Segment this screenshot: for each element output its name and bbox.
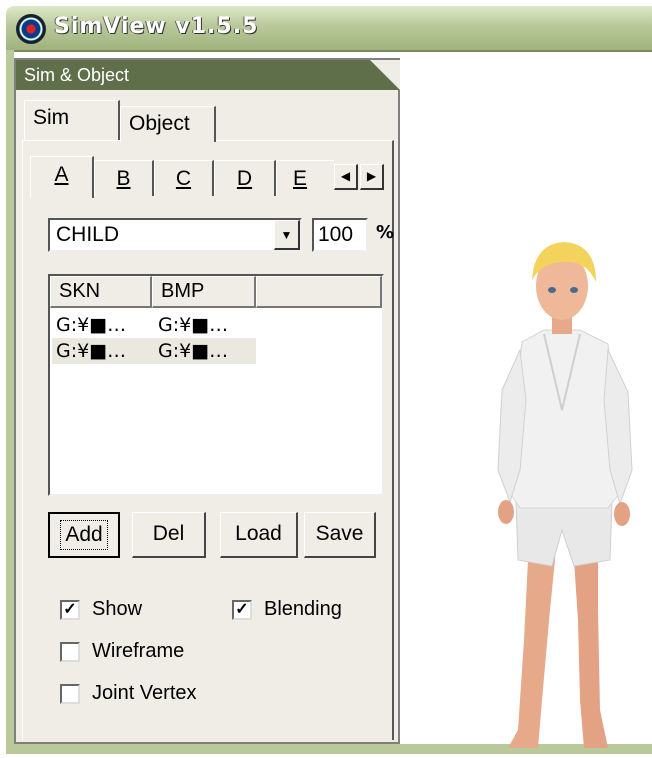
panel-title: Sim & Object <box>16 60 400 90</box>
app-logo-icon <box>16 14 46 44</box>
character-jacket <box>507 329 623 509</box>
subtab-d[interactable]: D <box>214 160 276 196</box>
subtab-c-label: C <box>175 167 192 190</box>
joint-vertex-checkbox[interactable]: Joint Vertex <box>60 682 197 705</box>
title-bar[interactable]: SimView v1.5.5 <box>6 6 652 52</box>
scroll-right-icon[interactable]: ▶ <box>360 164 384 190</box>
wireframe-label: Wireframe <box>92 640 185 662</box>
list-item[interactable]: G:¥■… G:¥■… <box>52 338 256 364</box>
list-item[interactable]: G:¥■… G:¥■… <box>52 312 256 338</box>
subtab-e-label: E <box>293 167 308 190</box>
character-right-hand <box>614 502 630 526</box>
blending-checkbox[interactable]: ✓ Blending <box>232 598 342 621</box>
age-select-value: CHILD <box>56 223 120 246</box>
save-button[interactable]: Save <box>304 512 376 558</box>
app-window: SimView v1.5.5 Sim & Object Sim Object A… <box>0 0 652 758</box>
column-header-skn[interactable]: SKN <box>50 276 152 308</box>
show-label: Show <box>92 598 143 620</box>
window-title: SimView v1.5.5 <box>54 14 259 39</box>
list-cell-skn: G:¥■… <box>56 340 127 362</box>
dropdown-arrow-icon[interactable]: ▼ <box>274 220 300 250</box>
column-header-empty <box>256 276 382 308</box>
add-button-label: Add <box>60 520 108 550</box>
list-cell-bmp: G:¥■… <box>158 314 229 336</box>
checkbox-checked-icon[interactable]: ✓ <box>60 599 80 620</box>
subtab-a-label: A <box>54 163 69 186</box>
add-button[interactable]: Add <box>48 512 120 558</box>
column-header-bmp[interactable]: BMP <box>152 276 256 308</box>
blending-label: Blending <box>264 598 342 620</box>
character-preview[interactable] <box>480 230 650 750</box>
subtab-b-label: B <box>116 167 131 190</box>
list-cell-skn: G:¥■… <box>56 314 127 336</box>
window-border-left <box>6 50 14 752</box>
del-button[interactable]: Del <box>132 512 206 558</box>
joint-vertex-label: Joint Vertex <box>92 682 197 704</box>
scroll-left-icon[interactable]: ◀ <box>334 164 358 190</box>
tab-object[interactable]: Object <box>120 106 216 142</box>
wireframe-checkbox[interactable]: Wireframe <box>60 640 184 663</box>
list-cell-bmp: G:¥■… <box>158 340 229 362</box>
mesh-list[interactable]: SKN BMP G:¥■… G:¥■… G:¥■… G:¥■… <box>48 274 384 496</box>
age-select[interactable]: CHILD ▼ <box>48 218 302 252</box>
character-left-hand <box>498 500 514 524</box>
character-left-eye <box>548 287 556 293</box>
subtab-scroll: ◀ ▶ <box>334 164 384 190</box>
checkbox-checked-icon[interactable]: ✓ <box>232 599 252 620</box>
sim-object-panel: Sim & Object Sim Object A B C D E ◀ ▶ CH… <box>14 58 400 744</box>
subtab-a[interactable]: A <box>30 156 94 198</box>
scale-input[interactable]: 100 <box>312 218 368 252</box>
subtab-e[interactable]: E <box>276 160 334 196</box>
subtab-c[interactable]: C <box>154 160 214 196</box>
character-right-eye <box>570 287 578 293</box>
scale-unit: % <box>376 222 395 243</box>
subtab-b[interactable]: B <box>94 160 154 196</box>
mesh-list-header: SKN BMP <box>50 276 382 308</box>
checkbox-unchecked-icon[interactable] <box>60 641 80 662</box>
load-button[interactable]: Load <box>220 512 298 558</box>
checkbox-unchecked-icon[interactable] <box>60 683 80 704</box>
character-shorts <box>515 499 613 567</box>
tab-sim[interactable]: Sim <box>24 100 120 140</box>
show-checkbox[interactable]: ✓ Show <box>60 598 142 621</box>
subtab-d-label: D <box>236 167 253 190</box>
